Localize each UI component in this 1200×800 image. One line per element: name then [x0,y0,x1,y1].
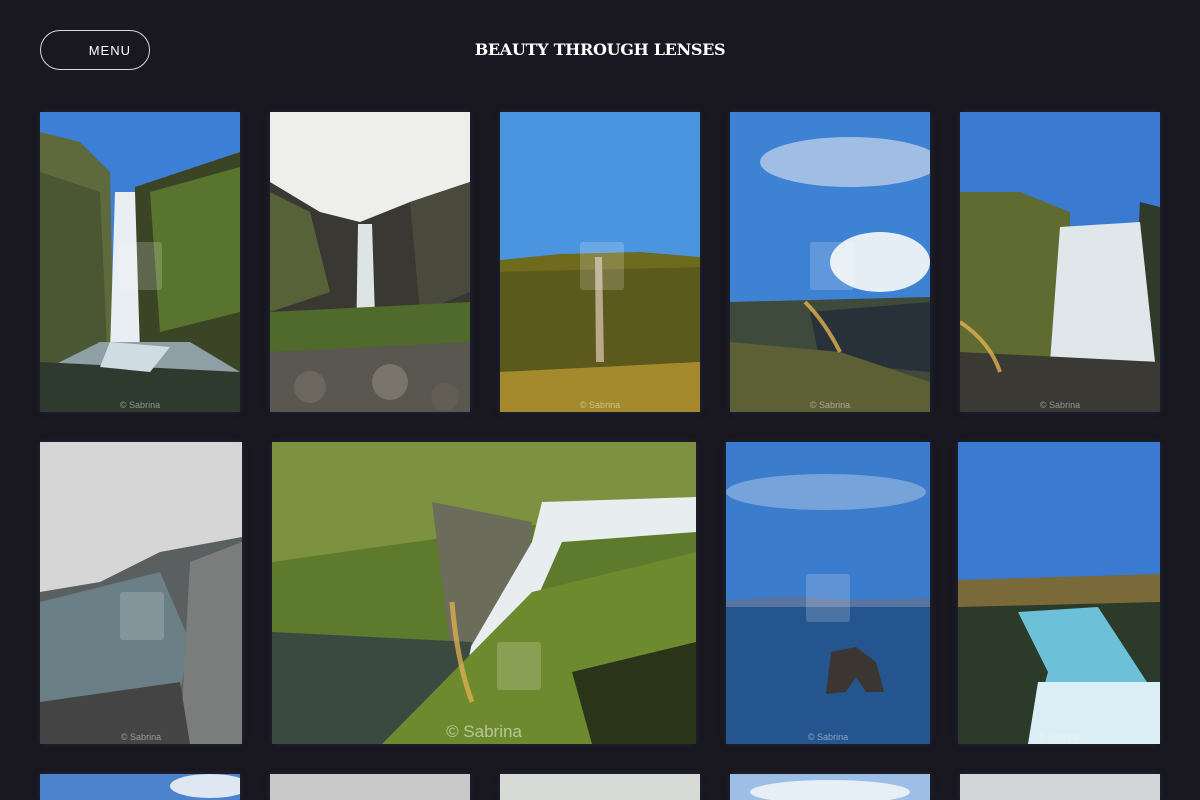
photo-basalt-waterfall[interactable] [270,112,470,412]
photo-credit: © Sabrina [1038,732,1080,742]
photo-partial-sky-grey[interactable] [270,774,470,800]
photo-credit: © Sabrina [809,400,851,410]
photo-credit: © Sabrina [579,400,621,410]
photo-partial-sky-light[interactable] [960,774,1160,800]
photo-credit: © Sabrina [119,400,161,410]
photo-sea-rock[interactable]: © Sabrina [726,442,930,744]
photo-credit: © Sabrina [120,732,162,742]
photo-credit: © Sabrina [1039,400,1081,410]
photo-credit: © Sabrina [807,732,849,742]
photo-turquoise-river[interactable]: © Sabrina [958,442,1160,744]
photo-canyon-rainbow[interactable]: © Sabrina [730,112,930,412]
photo-glacier-ice[interactable]: © Sabrina [40,442,242,744]
photo-credit: © Sabrina [446,722,522,741]
photo-cliff-waterfall[interactable]: © Sabrina [500,112,700,412]
photo-waterfall-canyon[interactable]: © Sabrina [40,112,240,412]
photo-partial-sky-cloud[interactable] [730,774,930,800]
site-title: BEAUTY THROUGH LENSES [474,40,726,59]
photo-partial-sky-blue[interactable] [40,774,240,800]
photo-rainbow-waterfall[interactable]: © Sabrina [960,112,1160,412]
photo-partial-sky-pale[interactable] [500,774,700,800]
photo-aerial-waterfall[interactable]: © Sabrina [272,442,696,744]
